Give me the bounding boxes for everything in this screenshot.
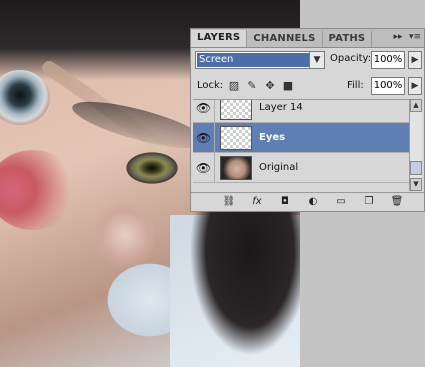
scroll-thumb[interactable] xyxy=(410,161,422,175)
layer-row-layer-14[interactable]: 👁 Layer 14 xyxy=(193,100,409,123)
opacity-input[interactable]: 100% xyxy=(371,51,405,69)
visibility-eye-icon[interactable]: 👁 xyxy=(193,123,215,153)
opacity-slider-button[interactable]: ▶ xyxy=(408,51,422,69)
lock-brush-icon[interactable]: ✎ xyxy=(245,79,259,93)
tab-layers[interactable]: LAYERS xyxy=(191,30,248,47)
visibility-eye-icon[interactable]: 👁 xyxy=(193,100,215,123)
layer-name: Eyes xyxy=(259,132,286,143)
layers-scrollbar[interactable]: ▲ ▼ xyxy=(409,99,422,191)
blend-mode-value: Screen xyxy=(197,53,309,67)
lock-label: Lock: xyxy=(197,80,224,91)
lock-all-icon[interactable]: ■ xyxy=(281,79,295,93)
tab-paths[interactable]: PATHS xyxy=(323,31,373,47)
fill-slider-button[interactable]: ▶ xyxy=(408,77,422,95)
layer-thumbnail xyxy=(220,156,252,180)
chevron-down-icon[interactable]: ▼ xyxy=(309,52,324,68)
right-eye xyxy=(112,142,190,198)
layer-name: Layer 14 xyxy=(259,102,303,113)
panel-menu-icon[interactable]: ▾≡ xyxy=(408,31,422,44)
folder-icon[interactable]: ▭ xyxy=(333,195,349,209)
layers-panel: LAYERS CHANNELS PATHS ▸▸ ▾≡ Screen ▼ Opa… xyxy=(190,28,425,212)
link-icon[interactable]: ⛓ xyxy=(221,195,237,209)
nose xyxy=(95,200,155,270)
adjustment-icon[interactable]: ◐ xyxy=(305,195,321,209)
trash-icon[interactable]: 🗑 xyxy=(389,195,405,209)
layer-thumbnail xyxy=(220,100,252,120)
double-chevron-right-icon[interactable]: ▸▸ xyxy=(391,31,405,44)
layer-row-original[interactable]: 👁 Original xyxy=(193,153,409,183)
mask-icon[interactable]: ◘ xyxy=(277,195,293,209)
blend-mode-select[interactable]: Screen ▼ xyxy=(195,51,325,69)
layers-list: 👁 Layer 14 👁 Eyes 👁 Original xyxy=(193,99,409,192)
opacity-label: Opacity: xyxy=(330,53,372,64)
tab-channels[interactable]: CHANNELS xyxy=(247,31,323,47)
lock-move-icon[interactable]: ✥ xyxy=(263,79,277,93)
new-layer-icon[interactable]: ❐ xyxy=(361,195,377,209)
visibility-eye-icon[interactable]: 👁 xyxy=(193,153,215,183)
layers-bottom-toolbar: ⛓ fx ◘ ◐ ▭ ❐ 🗑 xyxy=(191,192,424,211)
lock-transparent-icon[interactable]: ▨ xyxy=(227,79,241,93)
scroll-up-arrow-icon[interactable]: ▲ xyxy=(410,99,422,112)
fill-label: Fill: xyxy=(347,80,364,91)
layer-row-eyes[interactable]: 👁 Eyes xyxy=(193,123,409,153)
layer-name: Original xyxy=(259,162,299,173)
fill-input[interactable]: 100% xyxy=(371,77,405,95)
fx-icon[interactable]: fx xyxy=(249,195,265,209)
panel-tabs: LAYERS CHANNELS PATHS ▸▸ ▾≡ xyxy=(191,29,424,48)
layer-thumbnail xyxy=(220,126,252,150)
scroll-down-arrow-icon[interactable]: ▼ xyxy=(410,178,422,191)
wound xyxy=(0,150,78,230)
